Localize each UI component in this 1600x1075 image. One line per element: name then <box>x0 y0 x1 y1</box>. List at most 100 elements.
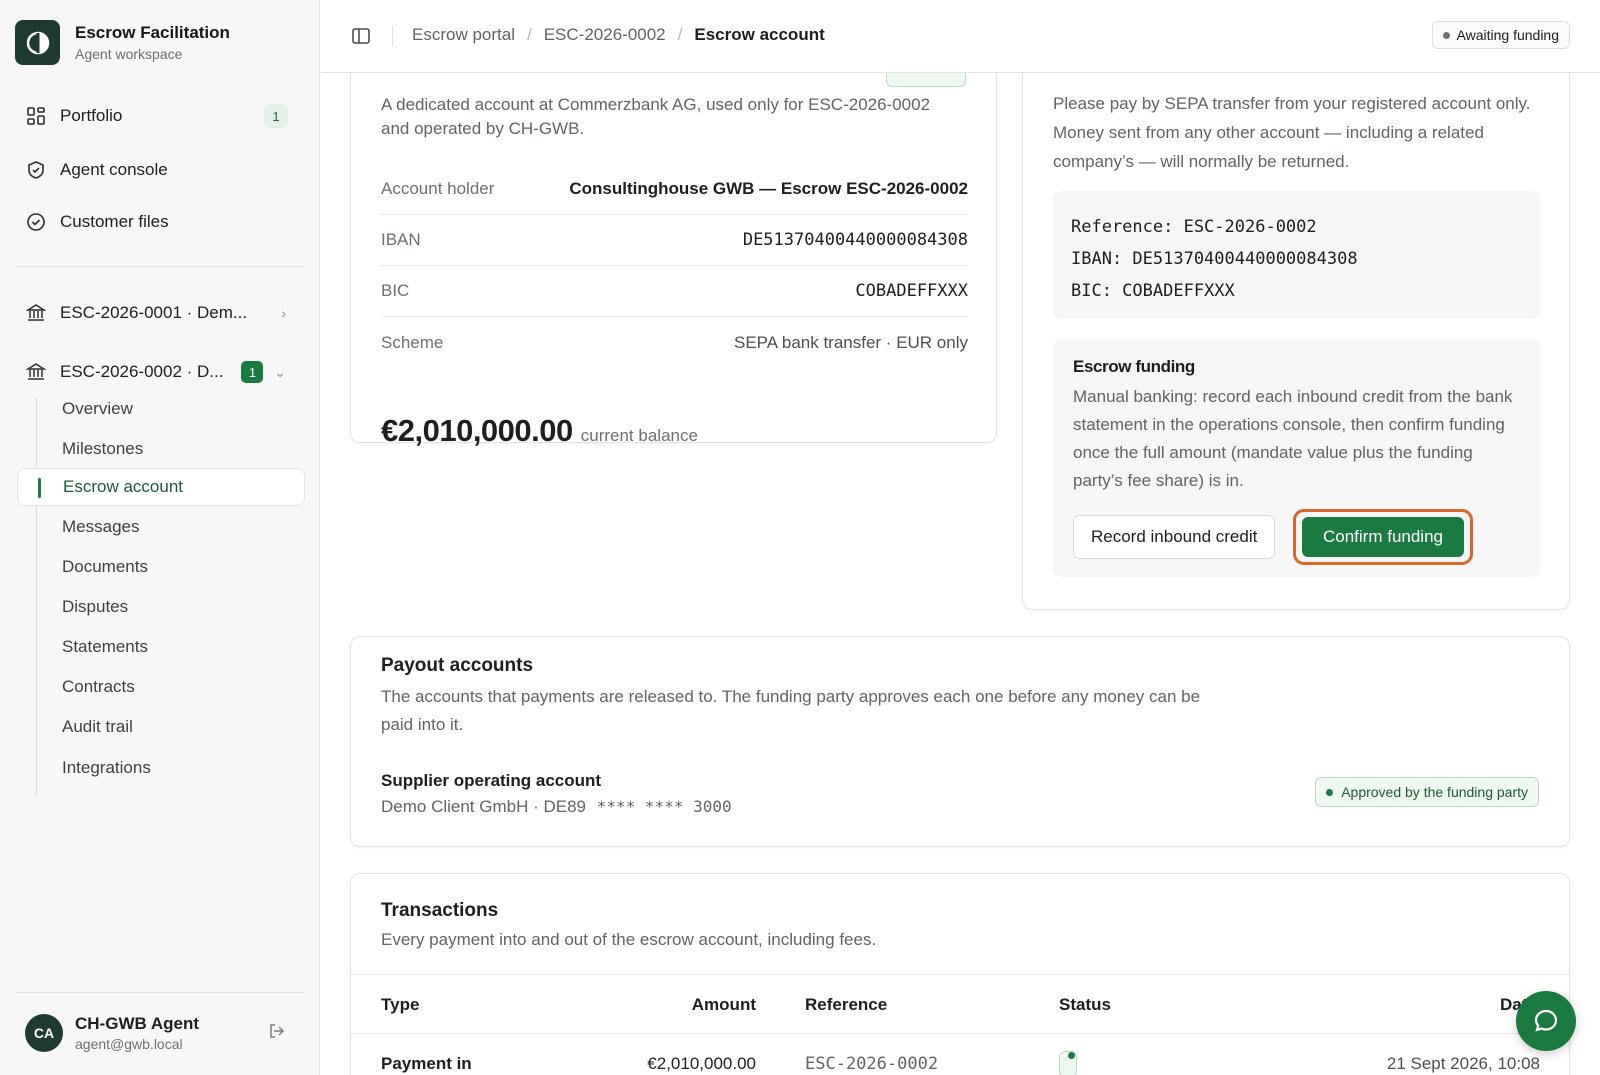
escrow-subnav: Overview Milestones Escrow account Messa… <box>17 398 305 796</box>
row-label: Scheme <box>381 332 444 352</box>
subnav-escrow-account[interactable]: Escrow account <box>17 468 305 506</box>
subnav-overview[interactable]: Overview <box>17 390 305 428</box>
user-email: agent@gwb.local <box>75 1036 183 1052</box>
grid-icon <box>27 107 45 125</box>
user-profile[interactable]: CA CH-GWB Agent agent@gwb.local <box>25 1014 199 1052</box>
transactions-title: Transactions <box>381 900 499 921</box>
row-label: BIC <box>381 281 410 300</box>
escrow-funding-title: Escrow funding <box>1073 357 1195 376</box>
check-circle-icon <box>27 213 45 231</box>
user-divider <box>16 992 304 993</box>
escrow-label: ESC-2026-0001 · Dem... <box>60 303 248 322</box>
subnav-documents[interactable]: Documents <box>17 548 305 586</box>
cell-type: Payment in <box>381 1054 472 1073</box>
subnav-disputes[interactable]: Disputes <box>17 588 305 626</box>
row-value[interactable]: COBADEFFXXX <box>855 281 968 301</box>
transactions-card: Transactions Every payment into and out … <box>350 873 1570 1075</box>
table-header: Type Amount Reference Status Date <box>351 974 1569 1034</box>
reference-line: Reference: ESC-2026-0002 <box>1071 217 1317 237</box>
nav-customer-files[interactable]: Customer files <box>16 202 304 242</box>
row-bic: BIC COBADEFFXXX <box>381 266 968 317</box>
brand[interactable]: Escrow Facilitation Agent workspace <box>15 20 230 65</box>
confirm-funding-button[interactable]: Confirm funding <box>1302 517 1464 557</box>
chat-bubble-icon <box>1534 1009 1558 1032</box>
funding-instructions-card: Please pay by SEPA transfer from your re… <box>1022 40 1570 610</box>
cell-reference: ESC-2026-0002 <box>805 1054 939 1074</box>
status-label: Awaiting funding <box>1456 27 1559 43</box>
breadcrumb-escrow[interactable]: ESC-2026-0002 <box>544 25 666 45</box>
status-dot <box>1326 788 1334 796</box>
status-badge: Completed <box>1059 1051 1140 1075</box>
current-balance: €2,010,000.00 current balance <box>381 413 698 449</box>
approval-badge: Approved by the funding party <box>1315 777 1539 807</box>
row-label: IBAN <box>381 230 421 249</box>
sidebar: Escrow Facilitation Agent workspace Port… <box>0 0 320 1075</box>
status-dot <box>1442 31 1450 39</box>
payout-title: Payout accounts <box>381 655 534 676</box>
escrow-funding-panel: Escrow funding Manual banking: record ea… <box>1053 339 1540 577</box>
brand-subtitle: Agent workspace <box>75 46 183 62</box>
logout-icon[interactable] <box>268 1022 286 1045</box>
row-value: SEPA bank transfer · EUR only <box>733 332 968 352</box>
row-account-holder: Account holder Consultinghouse GWB — Esc… <box>381 164 968 215</box>
nav-label: Portfolio <box>60 106 123 125</box>
sidebar-toggle-icon[interactable] <box>351 26 371 51</box>
iban-line: IBAN: DE51370400440000084308 <box>1071 249 1358 269</box>
chevron-down-icon[interactable]: ⌄ <box>274 364 286 381</box>
row-value[interactable]: DE51370400440000084308 <box>743 230 968 250</box>
breadcrumb-portal[interactable]: Escrow portal <box>412 25 515 45</box>
status-badge: Awaiting funding <box>1431 21 1570 49</box>
column-amount[interactable]: Amount <box>691 975 756 1035</box>
escrow-count-badge: 1 <box>241 361 264 383</box>
header-divider <box>392 26 393 46</box>
escrow-account-description: A dedicated account at Commerzbank AG, u… <box>381 95 931 138</box>
transactions-description: Every payment into and out of the escrow… <box>381 930 877 949</box>
top-header: Escrow portal / ESC-2026-0002 / Escrow a… <box>321 0 1600 73</box>
payment-reference-box[interactable]: Reference: ESC-2026-0002 IBAN: DE5137040… <box>1053 191 1540 319</box>
avatar: CA <box>25 1014 63 1052</box>
bank-icon <box>26 304 46 321</box>
escrow-item-0001[interactable]: ESC-2026-0001 · Dem... › <box>16 293 304 333</box>
column-reference[interactable]: Reference <box>805 975 887 1035</box>
nav-portfolio[interactable]: Portfolio 1 <box>16 96 304 136</box>
chat-button[interactable] <box>1516 991 1576 1051</box>
user-name: CH-GWB Agent <box>75 1014 200 1033</box>
escrow-label: ESC-2026-0002 · D... <box>60 362 224 381</box>
row-scheme: Scheme SEPA bank transfer · EUR only <box>381 317 968 368</box>
brand-title: Escrow Facilitation <box>75 23 230 42</box>
column-type[interactable]: Type <box>381 975 419 1035</box>
escrow-funding-description: Manual banking: record each inbound cred… <box>1073 387 1513 490</box>
nav-label: Customer files <box>60 212 169 231</box>
record-inbound-credit-button[interactable]: Record inbound credit <box>1073 515 1276 559</box>
shield-icon <box>28 161 44 179</box>
table-row[interactable]: Payment in €2,010,000.00 ESC-2026-0002 C… <box>351 1034 1569 1075</box>
subnav-milestones[interactable]: Milestones <box>17 430 305 468</box>
balance-amount: €2,010,000.00 <box>381 413 573 448</box>
subnav-statements[interactable]: Statements <box>17 628 305 666</box>
escrow-item-0002[interactable]: ESC-2026-0002 · D... 1 ⌄ <box>16 352 304 392</box>
nav-label: Agent console <box>60 160 168 179</box>
subnav-messages[interactable]: Messages <box>17 508 305 546</box>
payout-account-details: Demo Client GmbH · DE89 **** **** 3000 <box>381 797 732 817</box>
funding-description: Please pay by SEPA transfer from your re… <box>1053 94 1531 171</box>
payout-account-name: Supplier operating account <box>381 771 602 790</box>
column-status[interactable]: Status <box>1059 975 1111 1035</box>
payout-description: The accounts that payments are released … <box>381 687 1201 734</box>
chevron-right-icon[interactable]: › <box>281 305 286 321</box>
logo-icon <box>15 20 60 65</box>
status-label: Completed <box>1068 1052 1140 1075</box>
breadcrumb-separator: / <box>677 25 683 44</box>
row-value: Consultinghouse GWB — Escrow ESC-2026-00… <box>569 179 968 198</box>
breadcrumb: Escrow portal / ESC-2026-0002 / Escrow a… <box>412 25 825 45</box>
nav-agent-console[interactable]: Agent console <box>16 150 304 190</box>
subnav-audit-trail[interactable]: Audit trail <box>17 708 305 746</box>
balance-label: current balance <box>580 426 698 445</box>
nav-divider <box>16 266 304 267</box>
escrow-account-card: A dedicated account at Commerzbank AG, u… <box>350 40 997 448</box>
subnav-contracts[interactable]: Contracts <box>17 668 305 706</box>
row-label: Account holder <box>381 179 495 198</box>
payout-accounts-card: Payout accounts The accounts that paymen… <box>350 636 1570 847</box>
subnav-integrations[interactable]: Integrations <box>17 749 305 787</box>
portfolio-count-badge: 1 <box>264 104 288 128</box>
bank-icon <box>26 363 46 380</box>
